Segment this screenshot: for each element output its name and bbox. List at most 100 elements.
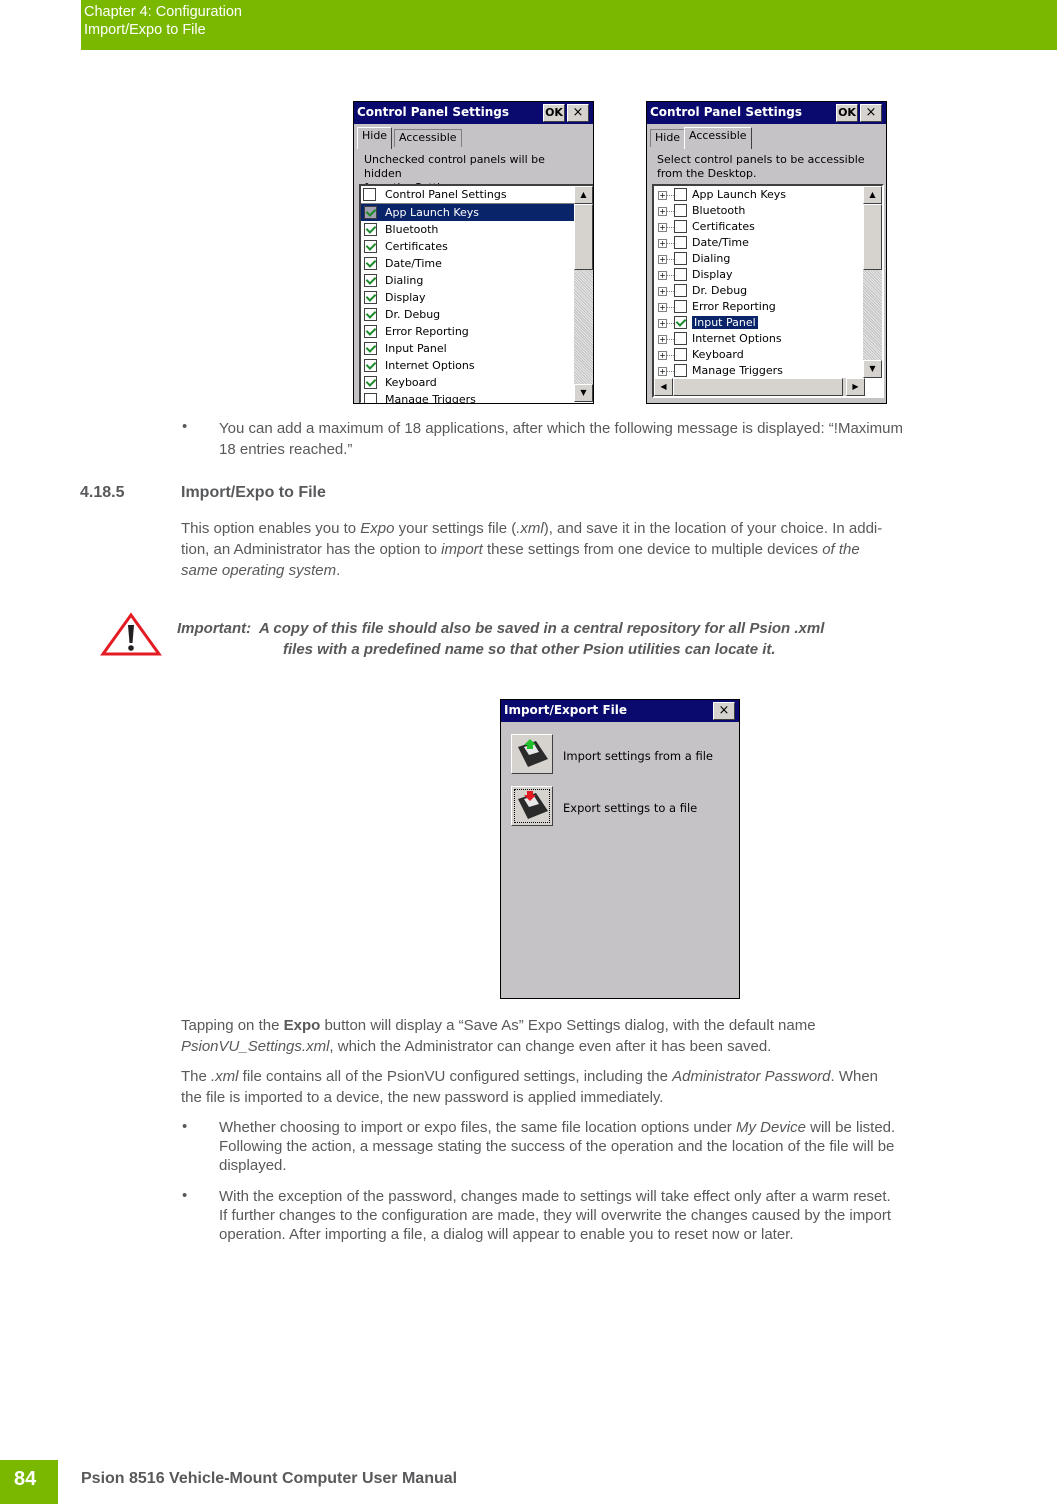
expand-plus-icon[interactable]: + (658, 239, 667, 248)
checkbox[interactable] (364, 308, 377, 321)
checkbox[interactable] (674, 204, 687, 217)
scroll-right-arrow-icon[interactable]: ▶ (846, 378, 865, 396)
tree-item[interactable]: + Display (654, 267, 882, 283)
tree-item[interactable]: + Input Panel (654, 315, 882, 331)
tab-accessible[interactable]: Accessible (684, 127, 752, 149)
tree-item[interactable]: + App Launch Keys (654, 187, 882, 203)
expand-plus-icon[interactable]: + (658, 223, 667, 232)
expand-plus-icon[interactable]: + (658, 351, 667, 360)
list-item[interactable]: App Launch Keys (361, 204, 574, 221)
vertical-scrollbar[interactable]: ▲ ▼ (863, 186, 882, 378)
ok-button[interactable]: OK (836, 104, 858, 122)
list-item[interactable]: Date/Time (361, 255, 574, 272)
list-item[interactable]: Manage Triggers (361, 391, 574, 403)
ok-button[interactable]: OK (543, 104, 565, 122)
tab-accessible[interactable]: Accessible (394, 129, 462, 147)
tab-hide[interactable]: Hide (357, 127, 393, 149)
dialog-title: Control Panel Settings (357, 105, 509, 119)
bullet-file-location: Whether choosing to import or expo files… (219, 1118, 895, 1175)
checkbox[interactable] (674, 252, 687, 265)
description-line: from the Desktop. (657, 167, 757, 180)
header-checkbox[interactable] (363, 188, 376, 201)
import-button[interactable] (511, 734, 553, 774)
list-item[interactable]: Display (361, 289, 574, 306)
checkbox[interactable] (364, 359, 377, 372)
scroll-up-arrow-icon[interactable]: ▲ (574, 186, 593, 204)
checkbox[interactable] (674, 268, 687, 281)
expand-plus-icon[interactable]: + (658, 319, 667, 328)
expand-plus-icon[interactable]: + (658, 255, 667, 264)
checkbox[interactable] (364, 342, 377, 355)
checkbox[interactable] (364, 206, 377, 219)
checkbox[interactable] (674, 188, 687, 201)
checkbox[interactable] (364, 257, 377, 270)
list-item[interactable]: Bluetooth (361, 221, 574, 238)
tree-item-label: Keyboard (692, 348, 744, 361)
horizontal-scrollbar[interactable]: ◀ ▶ (654, 378, 865, 396)
close-icon[interactable]: × (567, 104, 589, 122)
expand-plus-icon[interactable]: + (658, 271, 667, 280)
checkbox[interactable] (674, 316, 687, 329)
scroll-thumb[interactable] (673, 378, 843, 396)
checkbox[interactable] (674, 364, 687, 377)
scroll-up-arrow-icon[interactable]: ▲ (863, 186, 882, 204)
control-panel-list[interactable]: Control Panel Settings App Launch Keys Bl… (359, 184, 593, 403)
tree-item-label: Manage Triggers (692, 364, 783, 377)
tree-connector (667, 275, 674, 276)
checkbox[interactable] (674, 300, 687, 313)
tree-item-label: Bluetooth (692, 204, 746, 217)
checkbox[interactable] (364, 223, 377, 236)
list-item-label: Certificates (385, 240, 448, 253)
scroll-left-arrow-icon[interactable]: ◀ (654, 378, 673, 396)
expand-plus-icon[interactable]: + (658, 191, 667, 200)
checkbox[interactable] (364, 274, 377, 287)
tree-item[interactable]: + Error Reporting (654, 299, 882, 315)
vertical-scrollbar[interactable]: ▲ ▼ (574, 186, 593, 402)
list-header[interactable]: Control Panel Settings (361, 186, 593, 204)
expand-plus-icon[interactable]: + (658, 303, 667, 312)
description-line: Unchecked control panels will be hidden (364, 153, 545, 180)
list-item[interactable]: Dr. Debug (361, 306, 574, 323)
tree-item[interactable]: + Date/Time (654, 235, 882, 251)
control-panel-tree[interactable]: + App Launch Keys + Bluetooth + Certificates +… (652, 184, 884, 398)
checkbox[interactable] (674, 348, 687, 361)
scroll-thumb[interactable] (863, 204, 882, 270)
export-button[interactable] (511, 786, 553, 826)
checkbox[interactable] (364, 240, 377, 253)
list-item[interactable]: Error Reporting (361, 323, 574, 340)
scroll-down-arrow-icon[interactable]: ▼ (574, 384, 593, 402)
checkbox[interactable] (364, 393, 377, 403)
close-icon[interactable]: × (713, 702, 735, 720)
tree-item-label: Internet Options (692, 332, 782, 345)
checkbox[interactable] (364, 376, 377, 389)
checkbox[interactable] (674, 236, 687, 249)
checkbox[interactable] (674, 332, 687, 345)
tree-item[interactable]: + Internet Options (654, 331, 882, 347)
list-item-label: Error Reporting (385, 325, 469, 338)
scroll-thumb[interactable] (574, 204, 593, 270)
checkbox[interactable] (674, 220, 687, 233)
export-label[interactable]: Export settings to a file (563, 801, 697, 815)
expand-plus-icon[interactable]: + (658, 335, 667, 344)
list-item[interactable]: Keyboard (361, 374, 574, 391)
tree-item[interactable]: + Dr. Debug (654, 283, 882, 299)
close-icon[interactable]: × (860, 104, 882, 122)
tree-item[interactable]: + Dialing (654, 251, 882, 267)
tab-hide[interactable]: Hide (650, 129, 686, 147)
expand-plus-icon[interactable]: + (658, 367, 667, 376)
checkbox[interactable] (674, 284, 687, 297)
expand-plus-icon[interactable]: + (658, 207, 667, 216)
tree-item[interactable]: + Manage Triggers (654, 363, 882, 379)
expand-plus-icon[interactable]: + (658, 287, 667, 296)
import-label[interactable]: Import settings from a file (563, 749, 713, 763)
tree-item[interactable]: + Certificates (654, 219, 882, 235)
list-item[interactable]: Internet Options (361, 357, 574, 374)
list-item[interactable]: Dialing (361, 272, 574, 289)
scroll-down-arrow-icon[interactable]: ▼ (863, 360, 882, 378)
list-item[interactable]: Certificates (361, 238, 574, 255)
tree-item[interactable]: + Keyboard (654, 347, 882, 363)
checkbox[interactable] (364, 291, 377, 304)
checkbox[interactable] (364, 325, 377, 338)
list-item[interactable]: Input Panel (361, 340, 574, 357)
tree-item[interactable]: + Bluetooth (654, 203, 882, 219)
